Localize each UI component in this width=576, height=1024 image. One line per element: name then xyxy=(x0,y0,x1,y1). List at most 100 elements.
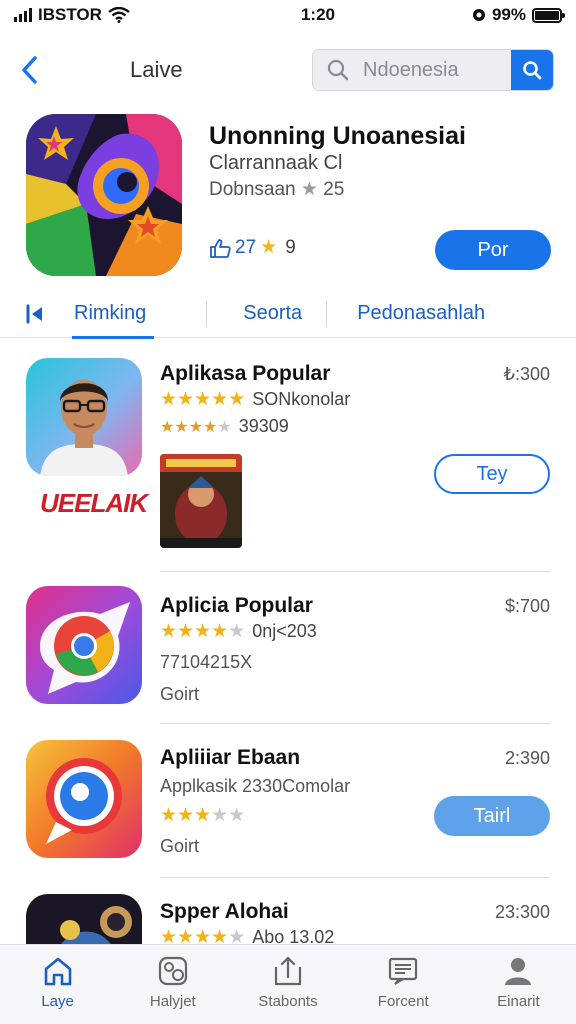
app-icon xyxy=(26,894,142,944)
featured-app: Unonning Unoanesiai Clarrannaak Cl Dobns… xyxy=(26,114,556,284)
tab-ranking[interactable]: Rimking xyxy=(71,290,155,339)
star-icon: ★ xyxy=(260,237,278,258)
app-category: Goirt xyxy=(160,684,200,704)
news-icon xyxy=(389,957,418,985)
star-icon: ★ xyxy=(194,389,212,410)
app-price: 23:300 xyxy=(494,902,550,922)
app-category: Goirt xyxy=(160,836,200,856)
app-screenshot-thumbnail[interactable] xyxy=(160,454,242,548)
star-icon: ★ xyxy=(300,179,318,200)
like-icon xyxy=(210,238,231,258)
tabbar-label: Stabonts xyxy=(258,993,318,1010)
rating-label: Abo 13.02 xyxy=(252,927,335,944)
rating-label: 0nj<203 xyxy=(252,621,317,641)
star-icon: ★ xyxy=(160,621,178,642)
app-name: Apliiiar Ebaan xyxy=(160,746,301,769)
search-icon xyxy=(327,59,349,81)
tabbar-item-games[interactable]: Halyjet xyxy=(115,945,230,1024)
star-icon: ★ xyxy=(211,621,229,642)
featured-stats-extra: 9 xyxy=(285,236,296,258)
search-input[interactable] xyxy=(363,58,493,82)
featured-stats: 27 ★ 9 xyxy=(209,236,296,259)
featured-meta-rating: 25 xyxy=(323,179,345,200)
category-tabs: Rimking Seorta Pedonasahlah xyxy=(0,290,576,339)
app-price: $:700 xyxy=(504,596,550,616)
app-rating: ★ ★ ★ ★ ★ Abo 13.02 xyxy=(160,926,334,944)
games-icon xyxy=(158,956,187,986)
carrier-label: IBSTOR xyxy=(38,5,102,24)
star-icon: ★ xyxy=(177,927,195,944)
app-subtitle: Applkasik 2330Comolar xyxy=(160,776,351,796)
featured-meta-text: Dobnsaan xyxy=(209,179,296,200)
app-rating-secondary: ★ ★ ★ ★ ★ 39309 xyxy=(160,416,289,437)
tab-divider xyxy=(206,300,208,327)
star-icon: ★ xyxy=(194,927,212,944)
battery-icon xyxy=(532,7,565,23)
search-bar xyxy=(312,49,554,91)
wifi-icon xyxy=(108,7,130,23)
star-icon: ★ xyxy=(160,389,178,410)
tabbar-label: Halyjet xyxy=(149,993,196,1010)
app-name: Spper Alohai xyxy=(160,900,289,923)
tabbar-item-news[interactable]: Forcent xyxy=(346,945,461,1024)
battery-percent: 99% xyxy=(491,5,526,24)
list-item[interactable]: Apliiiar Ebaan 2:390 Applkasik 2330Comol… xyxy=(0,724,576,878)
star-icon: ★ xyxy=(194,621,212,642)
star-icon: ★ xyxy=(160,418,175,436)
tabbar-label: Laye xyxy=(41,993,74,1010)
try-button[interactable]: Tey xyxy=(434,454,550,494)
rating-stars: ★ ★ ★ ★ ★ xyxy=(160,417,232,437)
status-bar: IBSTOR 1:20 99% xyxy=(0,0,576,30)
star-icon: ★ xyxy=(228,389,246,410)
search-button[interactable] xyxy=(511,50,553,90)
featured-get-button[interactable]: Por xyxy=(435,230,551,270)
app-list: UEELAIK Aplikasa Popular ₺:300 ★ ★ ★ ★ ★ SON… xyxy=(0,340,576,944)
star-icon: ★ xyxy=(217,418,232,436)
app-name: Aplikasa Popular xyxy=(160,362,331,385)
star-icon: ★ xyxy=(211,389,229,410)
star-icon: ★ xyxy=(177,805,195,826)
profile-icon xyxy=(505,958,532,985)
star-icon: ★ xyxy=(174,418,189,436)
app-icon xyxy=(26,358,142,476)
star-icon: ★ xyxy=(188,418,204,436)
featured-stats-value: 27 xyxy=(235,236,257,258)
app-icon xyxy=(26,586,142,704)
star-icon: ★ xyxy=(194,805,212,826)
list-item[interactable]: UEELAIK Aplikasa Popular ₺:300 ★ ★ ★ ★ ★ SON… xyxy=(0,340,576,572)
star-icon: ★ xyxy=(177,389,195,410)
app-rating: ★ ★ ★ ★ ★ xyxy=(160,804,245,827)
nav-header: Laive xyxy=(0,40,576,100)
tab-sports[interactable]: Seorta xyxy=(243,290,302,338)
updates-icon xyxy=(274,956,302,986)
app-price: ₺:300 xyxy=(503,364,551,384)
tabbar-item-updates[interactable]: Stabonts xyxy=(230,945,345,1024)
star-icon: ★ xyxy=(228,621,246,642)
app-rating: ★ ★ ★ ★ ★ 0nj<203 xyxy=(160,620,317,643)
featured-app-subtitle: Clarrannaak Cl xyxy=(209,152,343,174)
tab-recommendations[interactable]: Pedonasahlah xyxy=(357,290,485,338)
signal-icon xyxy=(14,8,32,22)
tabbar-item-home[interactable]: Laye xyxy=(0,945,115,1024)
back-button[interactable] xyxy=(14,50,44,90)
install-button[interactable]: Tairl xyxy=(434,796,550,836)
star-icon: ★ xyxy=(228,805,246,826)
app-price: 2:390 xyxy=(504,748,550,768)
featured-app-title: Unonning Unoanesiai xyxy=(209,122,466,150)
rating-label: SONkonolar xyxy=(252,389,351,409)
featured-app-icon[interactable] xyxy=(26,114,182,276)
clock: 1:20 xyxy=(300,5,335,24)
list-item[interactable]: Aplicia Popular $:700 ★ ★ ★ ★ ★ 0nj<203 7710… xyxy=(0,572,576,724)
app-rating: ★ ★ ★ ★ ★ SONkonolar xyxy=(160,388,350,411)
list-item[interactable]: Spper Alohai 23:300 ★ ★ ★ ★ ★ Abo 13.02 xyxy=(0,878,576,944)
star-icon: ★ xyxy=(160,805,178,826)
tab-divider xyxy=(326,300,328,327)
star-icon: ★ xyxy=(228,927,246,944)
page-title: Laive xyxy=(130,57,183,82)
rating-stars: ★ ★ ★ ★ ★ xyxy=(160,388,245,411)
tabbar-item-profile[interactable]: Einarit xyxy=(461,945,576,1024)
app-name: Aplicia Popular xyxy=(160,594,313,617)
star-icon: ★ xyxy=(177,621,195,642)
ranking-icon[interactable] xyxy=(26,304,50,324)
tabbar-label: Forcent xyxy=(377,993,429,1010)
